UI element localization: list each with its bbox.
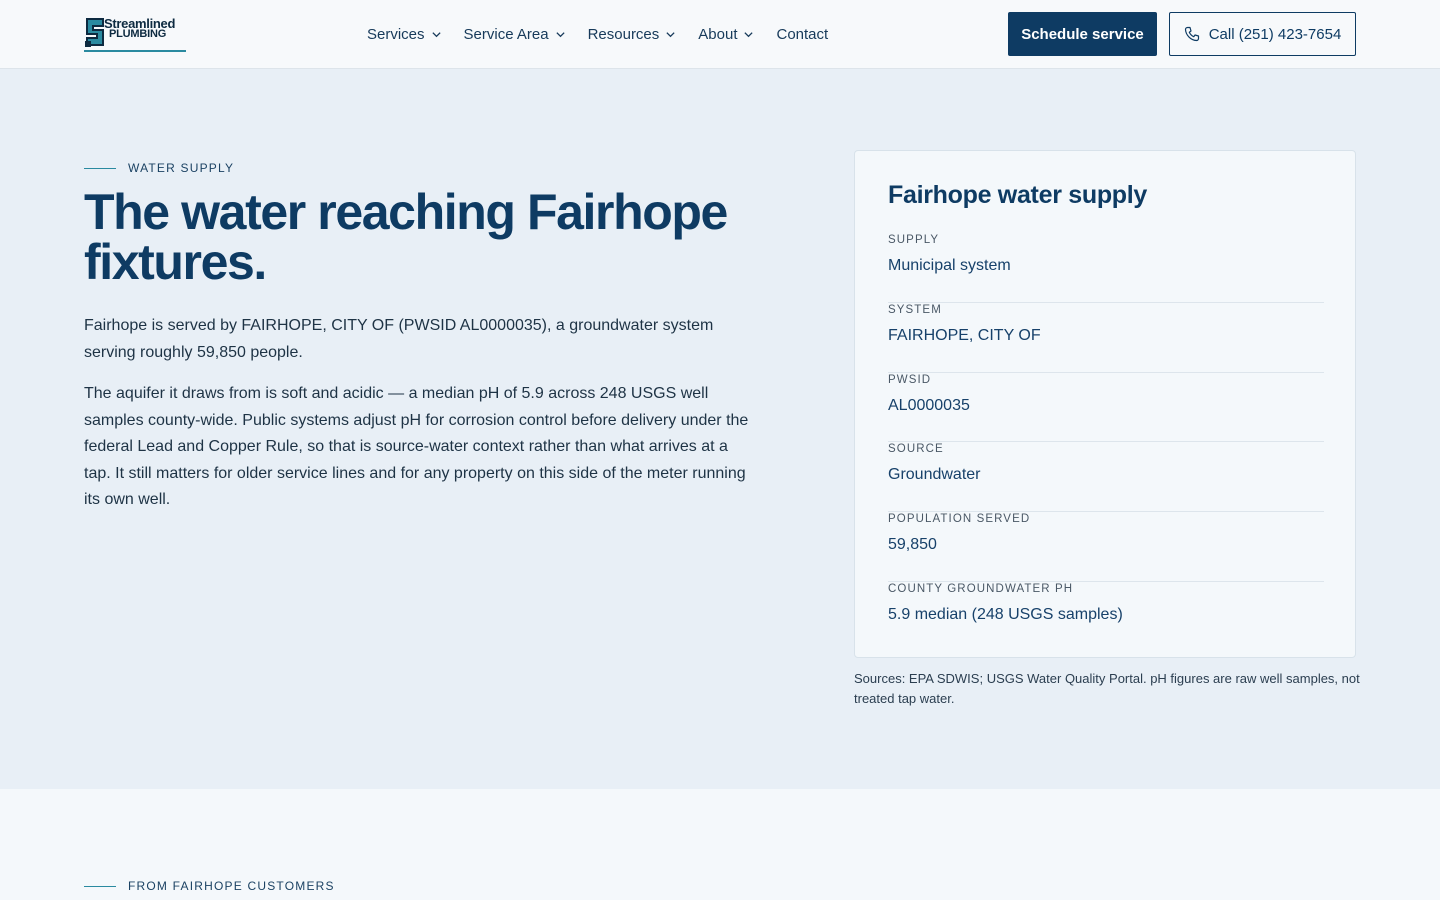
page-title: The water reaching Fairhope fixtures.	[84, 184, 728, 290]
nav-label: About	[698, 25, 738, 43]
main-nav: Services Service Area Resources About Co…	[367, 0, 850, 68]
detail-label: COUNTY GROUNDWATER PH	[888, 582, 1074, 595]
nav-label: Resources	[587, 25, 660, 43]
supply-details-list: SUPPLY Municipal system SYSTEM FAIRHOPE,…	[888, 233, 1324, 652]
customers-section: FROM FAIRHOPE CUSTOMERS	[0, 789, 1440, 900]
site-header: Streamlined PLUMBING Services Service Ar…	[0, 0, 1440, 69]
chevron-down-icon	[555, 31, 565, 37]
nav-item-about[interactable]: About	[698, 26, 754, 43]
detail-row-population: POPULATION SERVED 59,850	[888, 512, 1324, 582]
intro-paragraph: Fairhope is served by FAIRHOPE, CITY OF …	[84, 317, 714, 361]
detail-value: Groundwater	[888, 466, 981, 484]
detail-row-supply: SUPPLY Municipal system	[888, 233, 1324, 303]
nav-item-resources[interactable]: Resources	[588, 26, 677, 43]
detail-value: AL0000035	[888, 396, 970, 414]
detail-label: SOURCE	[888, 443, 944, 456]
nav-label: Services	[367, 25, 425, 43]
detail-label: POPULATION SERVED	[888, 513, 1031, 526]
card-title: Fairhope water supply	[888, 181, 1148, 209]
detail-value: 59,850	[888, 536, 937, 554]
call-phone-button[interactable]: Call (251) 423-7654	[1169, 12, 1356, 56]
detail-value: Municipal system	[888, 257, 1011, 274]
phone-icon	[1184, 26, 1199, 42]
logo-pipe-icon	[85, 18, 104, 47]
eyebrow-label: FROM FAIRHOPE CUSTOMERS	[128, 879, 335, 893]
nav-label: Service Area	[463, 25, 549, 43]
water-supply-card: Fairhope water supply SUPPLY Municipal s…	[854, 150, 1356, 658]
chevron-down-icon	[431, 31, 441, 37]
detail-label: SUPPLY	[888, 234, 940, 246]
aquifer-paragraph: The aquifer it draws from is soft and ac…	[84, 385, 749, 508]
nav-label: Contact	[776, 25, 829, 43]
chevron-down-icon	[666, 31, 675, 37]
chevron-down-icon	[744, 31, 754, 37]
nav-item-services[interactable]: Services	[367, 26, 442, 43]
sources-note: Sources: EPA SDWIS; USGS Water Quality P…	[854, 671, 1360, 706]
nav-item-contact[interactable]: Contact	[776, 26, 828, 43]
detail-label: SYSTEM	[888, 303, 942, 316]
detail-row-source: SOURCE Groundwater	[888, 442, 1324, 513]
detail-row-ph: COUNTY GROUNDWATER PH 5.9 median (248 US…	[888, 582, 1324, 652]
schedule-service-button[interactable]: Schedule service	[1008, 12, 1157, 56]
section-eyebrow: FROM FAIRHOPE CUSTOMERS	[84, 879, 335, 893]
eyebrow-label: WATER SUPPLY	[128, 161, 235, 175]
detail-row-pwsid: PWSID AL0000035	[888, 373, 1324, 443]
detail-value: FAIRHOPE, CITY OF	[888, 326, 1041, 344]
detail-row-system: SYSTEM FAIRHOPE, CITY OF	[888, 303, 1324, 373]
water-supply-section: WATER SUPPLY The water reaching Fairhope…	[0, 69, 1440, 789]
eyebrow-rule	[84, 167, 116, 169]
detail-value: 5.9 median (248 USGS samples)	[888, 605, 1123, 623]
call-button-label: Call (251) 423-7654	[1208, 25, 1342, 43]
eyebrow-rule	[84, 885, 116, 887]
nav-item-service-area[interactable]: Service Area	[464, 26, 566, 43]
detail-label: PWSID	[888, 373, 932, 386]
section-eyebrow: WATER SUPPLY	[84, 161, 234, 175]
brand-name-line2: PLUMBING	[109, 28, 167, 40]
brand-logo[interactable]: Streamlined PLUMBING	[84, 14, 186, 52]
